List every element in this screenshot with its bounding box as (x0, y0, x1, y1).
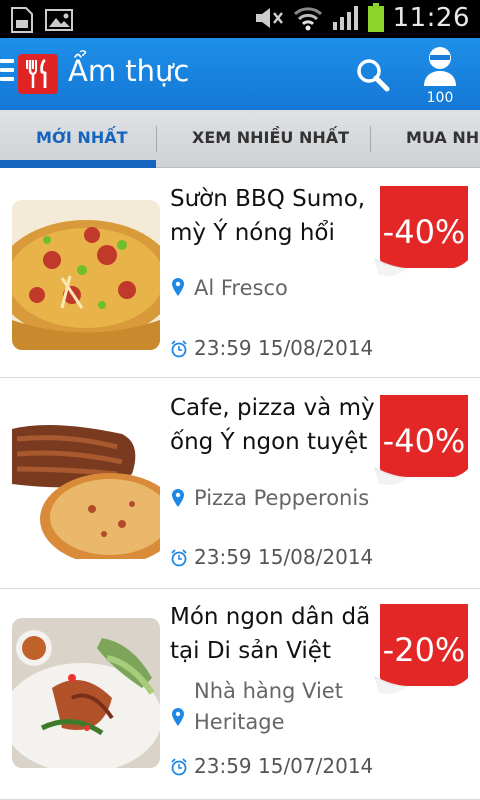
sd-card-icon (11, 7, 33, 33)
deal-location: Al Fresco (194, 276, 288, 300)
food-category-logo[interactable] (18, 54, 58, 94)
location-pin-icon (172, 708, 184, 726)
deal-expiry: 23:59 15/08/2014 (194, 336, 374, 360)
location-pin-icon (172, 489, 184, 507)
signal-icon (332, 6, 358, 30)
search-button[interactable] (354, 56, 392, 94)
search-icon (357, 59, 390, 92)
user-icon (424, 47, 456, 86)
status-bar: 11:26 (0, 0, 480, 38)
deal-item[interactable]: Cafe, pizza và mỳ ống Ý ngon tuyệt Pizza … (0, 379, 480, 589)
mute-icon (255, 8, 283, 28)
deal-expiry: 23:59 15/08/2014 (194, 545, 374, 569)
app-bar: Ẩm thực 100 (0, 38, 480, 110)
battery-icon (367, 3, 384, 32)
deal-item[interactable]: Món ngon dân dã tại Di sản Việt Nhà hàng … (0, 590, 480, 800)
deal-title: Cafe, pizza và mỳ ống Ý ngon tuyệt (170, 395, 375, 455)
deal-expiry: 23:59 15/07/2014 (194, 754, 374, 778)
discount-badge: -40% (374, 182, 474, 282)
deal-title: Món ngon dân dã tại Di sản Việt (170, 604, 371, 664)
status-time: 11:26 (392, 3, 470, 33)
deal-image-ribs-pizza (12, 409, 160, 559)
user-points: 100 (426, 90, 454, 106)
menu-icon[interactable] (0, 59, 14, 89)
tab-most-viewed[interactable]: XEM NHIỀU NHẤT (192, 110, 349, 168)
alarm-clock-icon (171, 758, 187, 776)
deal-title: Sườn BBQ Sumo, mỳ Ý nóng hổi (170, 186, 366, 246)
tab-divider (370, 126, 371, 152)
tab-most-bought[interactable]: MUA NHI (406, 110, 480, 168)
deal-location: Pizza Pepperonis (194, 486, 370, 510)
deal-item[interactable]: Sườn BBQ Sumo, mỳ Ý nóng hổi Al Fresco 23… (0, 168, 480, 378)
tab-divider (156, 126, 157, 152)
deal-location: Nhà hàng Viet Heritage (194, 679, 343, 734)
discount-badge: -20% (374, 600, 474, 700)
deal-image-pizza (12, 200, 160, 350)
gallery-icon (45, 9, 73, 31)
page-title: Ẩm thực (68, 54, 190, 88)
alarm-clock-icon (171, 549, 187, 567)
fork-knife-icon (26, 58, 47, 88)
deal-list: Sườn BBQ Sumo, mỳ Ý nóng hổi Al Fresco 23… (0, 168, 480, 800)
wifi-icon (293, 7, 322, 31)
deal-image-vietnamese-platter (12, 618, 160, 768)
discount-badge: -40% (374, 391, 474, 491)
alarm-clock-icon (171, 340, 187, 358)
user-account-button[interactable]: 100 (418, 44, 462, 106)
location-pin-icon (172, 278, 184, 296)
active-tab-indicator (0, 160, 156, 168)
